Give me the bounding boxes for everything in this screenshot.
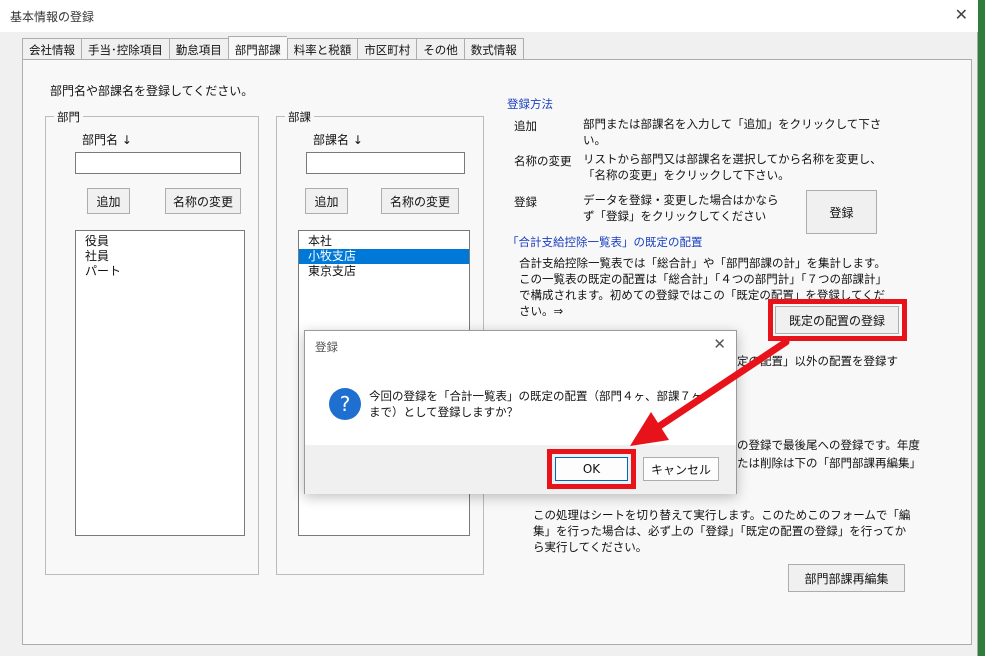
register-help-label: 登録 [514,195,537,209]
list-item[interactable]: 社員 [76,249,244,264]
section-add-button[interactable]: 追加 [305,188,348,214]
question-icon: ? [329,388,361,420]
tab-company[interactable]: 会社情報 [22,38,81,60]
tab-municipality[interactable]: 市区町村 [357,38,417,60]
dialog-message: 今回の登録を「合計一覧表」の既定の配置（部門４ヶ、部課７ヶまで）として登録します… [369,389,703,419]
list-item-selected[interactable]: 小牧支店 [299,249,469,264]
partial-text-2: の登録で最後尾への登録です。年度 [737,438,920,452]
reedit-button[interactable]: 部門部課再編集 [788,564,905,592]
tab-allowance-deduction[interactable]: 手当･控除項目 [81,38,169,60]
default-layout-heading: 「合計支給控除一覧表」の既定の配置 [507,235,703,249]
method-heading: 登録方法 [507,97,553,111]
section-name-input[interactable] [306,152,465,174]
department-name-label: 部門名 ↓ [82,133,132,147]
highlight-box-default [768,299,907,341]
department-list[interactable]: 役員 社員 パート [75,230,245,536]
section-name-label: 部課名 ↓ [313,133,363,147]
list-item[interactable]: 東京支店 [299,264,469,279]
dialog-close-icon[interactable]: ✕ [713,335,726,353]
department-rename-button[interactable]: 名称の変更 [165,188,241,214]
tab-strip: 会社情報 手当･控除項目 勤怠項目 部門部課 料率と税額 市区町村 その他 数式… [22,36,524,60]
department-name-input[interactable] [75,152,241,174]
highlight-box-ok [547,449,636,489]
tab-attendance[interactable]: 勤怠項目 [168,38,228,60]
add-help-text: 部門または部課名を入力して「追加」をクリックして下さい。 [583,117,882,147]
partial-text-3: たは削除は下の「部門部課再編集」 [737,456,921,470]
rename-help-text: リストから部門又は部課名を選択してから名称を変更し、「名称の変更」をクリックして… [583,152,882,182]
window-title: 基本情報の登録 [10,10,95,24]
tab-other[interactable]: その他 [416,38,464,60]
rename-help-label: 名称の変更 [514,154,572,168]
register-help-text: データを登録・変更した場合はかならず「登録」をクリックしてください [583,193,779,223]
list-item[interactable]: 本社 [299,234,469,249]
close-icon[interactable]: ✕ [955,5,968,24]
department-legend: 部門 [54,109,83,125]
dialog-title: 登録 [315,340,338,354]
intro-text: 部門名や部課名を登録してください。 [50,84,254,98]
list-item[interactable]: 役員 [76,234,244,249]
note-text: この処理はシートを切り替えて実行します。このためこのフォームで「編集」を行った場… [533,508,911,554]
partial-text-1: 定の配置」以外の配置を登録す [737,354,898,368]
title-bar: 基本情報の登録 ✕ [0,0,978,32]
department-add-button[interactable]: 追加 [87,188,130,214]
tab-department[interactable]: 部門部課 [227,36,287,60]
add-help-label: 追加 [514,119,537,133]
register-button[interactable]: 登録 [806,190,877,234]
cancel-button[interactable]: キャンセル [643,457,719,481]
section-legend: 部課 [285,109,314,125]
section-rename-button[interactable]: 名称の変更 [381,188,459,214]
tab-formula[interactable]: 数式情報 [463,38,524,60]
tab-rates-tax[interactable]: 料率と税額 [286,38,358,60]
list-item[interactable]: パート [76,264,244,279]
